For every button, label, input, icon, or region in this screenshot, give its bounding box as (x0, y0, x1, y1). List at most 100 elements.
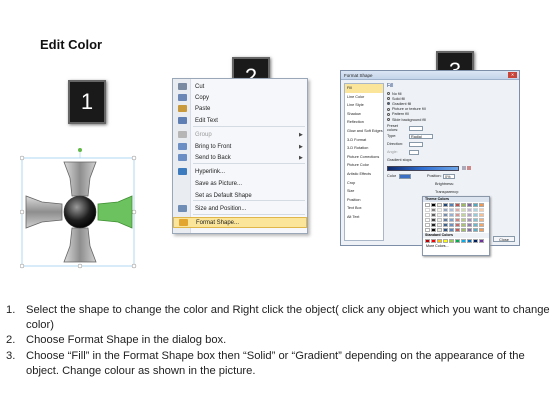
color-swatch[interactable] (473, 239, 478, 243)
color-swatch[interactable] (431, 228, 436, 232)
left-arrow-shape[interactable] (25, 195, 63, 229)
color-swatch[interactable] (449, 228, 454, 232)
color-swatch[interactable] (479, 223, 484, 227)
menu-item-edit-text[interactable]: Edit Text (173, 115, 307, 126)
color-swatch[interactable] (443, 218, 448, 222)
selected-shape-diagram[interactable] (20, 148, 138, 272)
menu-item-group[interactable]: Group ▶ (173, 129, 307, 140)
radio-button[interactable] (387, 112, 390, 116)
resize-handle[interactable] (131, 155, 137, 161)
color-swatch[interactable] (431, 223, 436, 227)
color-swatch[interactable] (431, 239, 436, 243)
radio-button[interactable] (387, 118, 390, 122)
color-swatch[interactable] (443, 239, 448, 243)
color-swatch[interactable] (425, 218, 430, 222)
nav-shadow[interactable]: Shadow (345, 110, 383, 119)
gradient-stops-bar[interactable] (387, 165, 459, 171)
color-swatch[interactable] (473, 218, 478, 222)
color-swatch[interactable] (467, 218, 472, 222)
color-swatch[interactable] (425, 223, 430, 227)
top-arrow-shape[interactable] (63, 161, 97, 197)
preset-colors-dropdown[interactable] (409, 125, 423, 131)
color-swatch[interactable] (461, 228, 466, 232)
color-swatch[interactable] (461, 203, 466, 207)
menu-item-paste[interactable]: Paste (173, 103, 307, 114)
color-swatch[interactable] (479, 239, 484, 243)
color-swatch[interactable] (443, 203, 448, 207)
direction-dropdown[interactable] (409, 141, 423, 147)
color-swatch[interactable] (473, 213, 478, 217)
nav-picture-corrections[interactable]: Picture Corrections (345, 153, 383, 162)
radio-button[interactable] (387, 107, 390, 111)
resize-handle[interactable] (77, 263, 83, 269)
color-swatch[interactable] (479, 213, 484, 217)
type-dropdown[interactable]: Radial (409, 133, 433, 139)
nav-fill[interactable]: Fill (345, 84, 383, 93)
resize-handle[interactable] (20, 155, 25, 161)
menu-item-send-to-back[interactable]: Send to Back ▶ (173, 152, 307, 163)
nav-line-color[interactable]: Line Color (345, 93, 383, 102)
fill-option-slide-background-fill[interactable]: Slide background fill (387, 117, 517, 122)
color-swatch[interactable] (473, 203, 478, 207)
menu-item-cut[interactable]: Cut (173, 81, 307, 92)
color-swatch[interactable] (467, 223, 472, 227)
color-swatch[interactable] (437, 228, 442, 232)
color-swatch[interactable] (467, 213, 472, 217)
rotate-handle[interactable] (78, 148, 82, 152)
color-swatch[interactable] (479, 203, 484, 207)
nav-picture-color[interactable]: Picture Color (345, 161, 383, 170)
color-swatch[interactable] (467, 208, 472, 212)
color-swatch[interactable] (437, 239, 442, 243)
color-swatch[interactable] (425, 228, 430, 232)
nav-crop[interactable]: Crop (345, 179, 383, 188)
resize-handle[interactable] (20, 263, 25, 269)
color-swatch[interactable] (437, 208, 442, 212)
color-swatch[interactable] (449, 239, 454, 243)
color-swatch[interactable] (455, 228, 460, 232)
color-swatch[interactable] (461, 218, 466, 222)
color-swatch[interactable] (449, 213, 454, 217)
radio-button[interactable] (387, 97, 390, 101)
color-swatch[interactable] (455, 239, 460, 243)
nav-3-d-format[interactable]: 3-D Format (345, 136, 383, 145)
color-swatch[interactable] (479, 228, 484, 232)
color-swatch[interactable] (425, 203, 430, 207)
nav-line-style[interactable]: Line Style (345, 101, 383, 110)
color-swatch[interactable] (449, 218, 454, 222)
nav-text-box[interactable]: Text Box (345, 204, 383, 213)
more-colors-link[interactable]: More Colors... (423, 244, 489, 248)
remove-stop-icon[interactable] (467, 166, 471, 171)
nav-position[interactable]: Position (345, 196, 383, 205)
menu-item-copy[interactable]: Copy (173, 92, 307, 103)
nav-3-d-rotation[interactable]: 3-D Rotation (345, 144, 383, 153)
color-swatch[interactable] (473, 208, 478, 212)
resize-handle[interactable] (20, 209, 25, 215)
color-swatch[interactable] (437, 203, 442, 207)
close-icon[interactable]: ✕ (508, 72, 517, 78)
color-swatch[interactable] (473, 228, 478, 232)
menu-item-save-as-picture[interactable]: Save as Picture... (173, 178, 307, 189)
color-swatch[interactable] (431, 208, 436, 212)
color-swatch[interactable] (443, 228, 448, 232)
nav-size[interactable]: Size (345, 187, 383, 196)
color-swatch[interactable] (437, 218, 442, 222)
resize-handle[interactable] (131, 263, 137, 269)
color-swatch[interactable] (461, 239, 466, 243)
color-swatch[interactable] (461, 223, 466, 227)
color-swatch[interactable] (455, 208, 460, 212)
radio-button[interactable] (387, 92, 390, 96)
color-swatch[interactable] (425, 213, 430, 217)
color-swatch[interactable] (431, 203, 436, 207)
color-swatch[interactable] (425, 208, 430, 212)
center-sphere[interactable] (63, 195, 97, 229)
color-swatch[interactable] (455, 223, 460, 227)
menu-item-hyperlink[interactable]: Hyperlink... (173, 166, 307, 177)
color-swatch[interactable] (455, 203, 460, 207)
menu-item-size-and-position[interactable]: Size and Position... (173, 203, 307, 214)
angle-input[interactable] (409, 149, 419, 155)
menu-item-format-shape[interactable]: Format Shape... (173, 217, 307, 228)
menu-item-bring-to-front[interactable]: Bring to Front ▶ (173, 141, 307, 152)
color-swatch[interactable] (467, 203, 472, 207)
color-swatch[interactable] (455, 213, 460, 217)
right-arrow-shape-selected[interactable] (97, 195, 133, 229)
